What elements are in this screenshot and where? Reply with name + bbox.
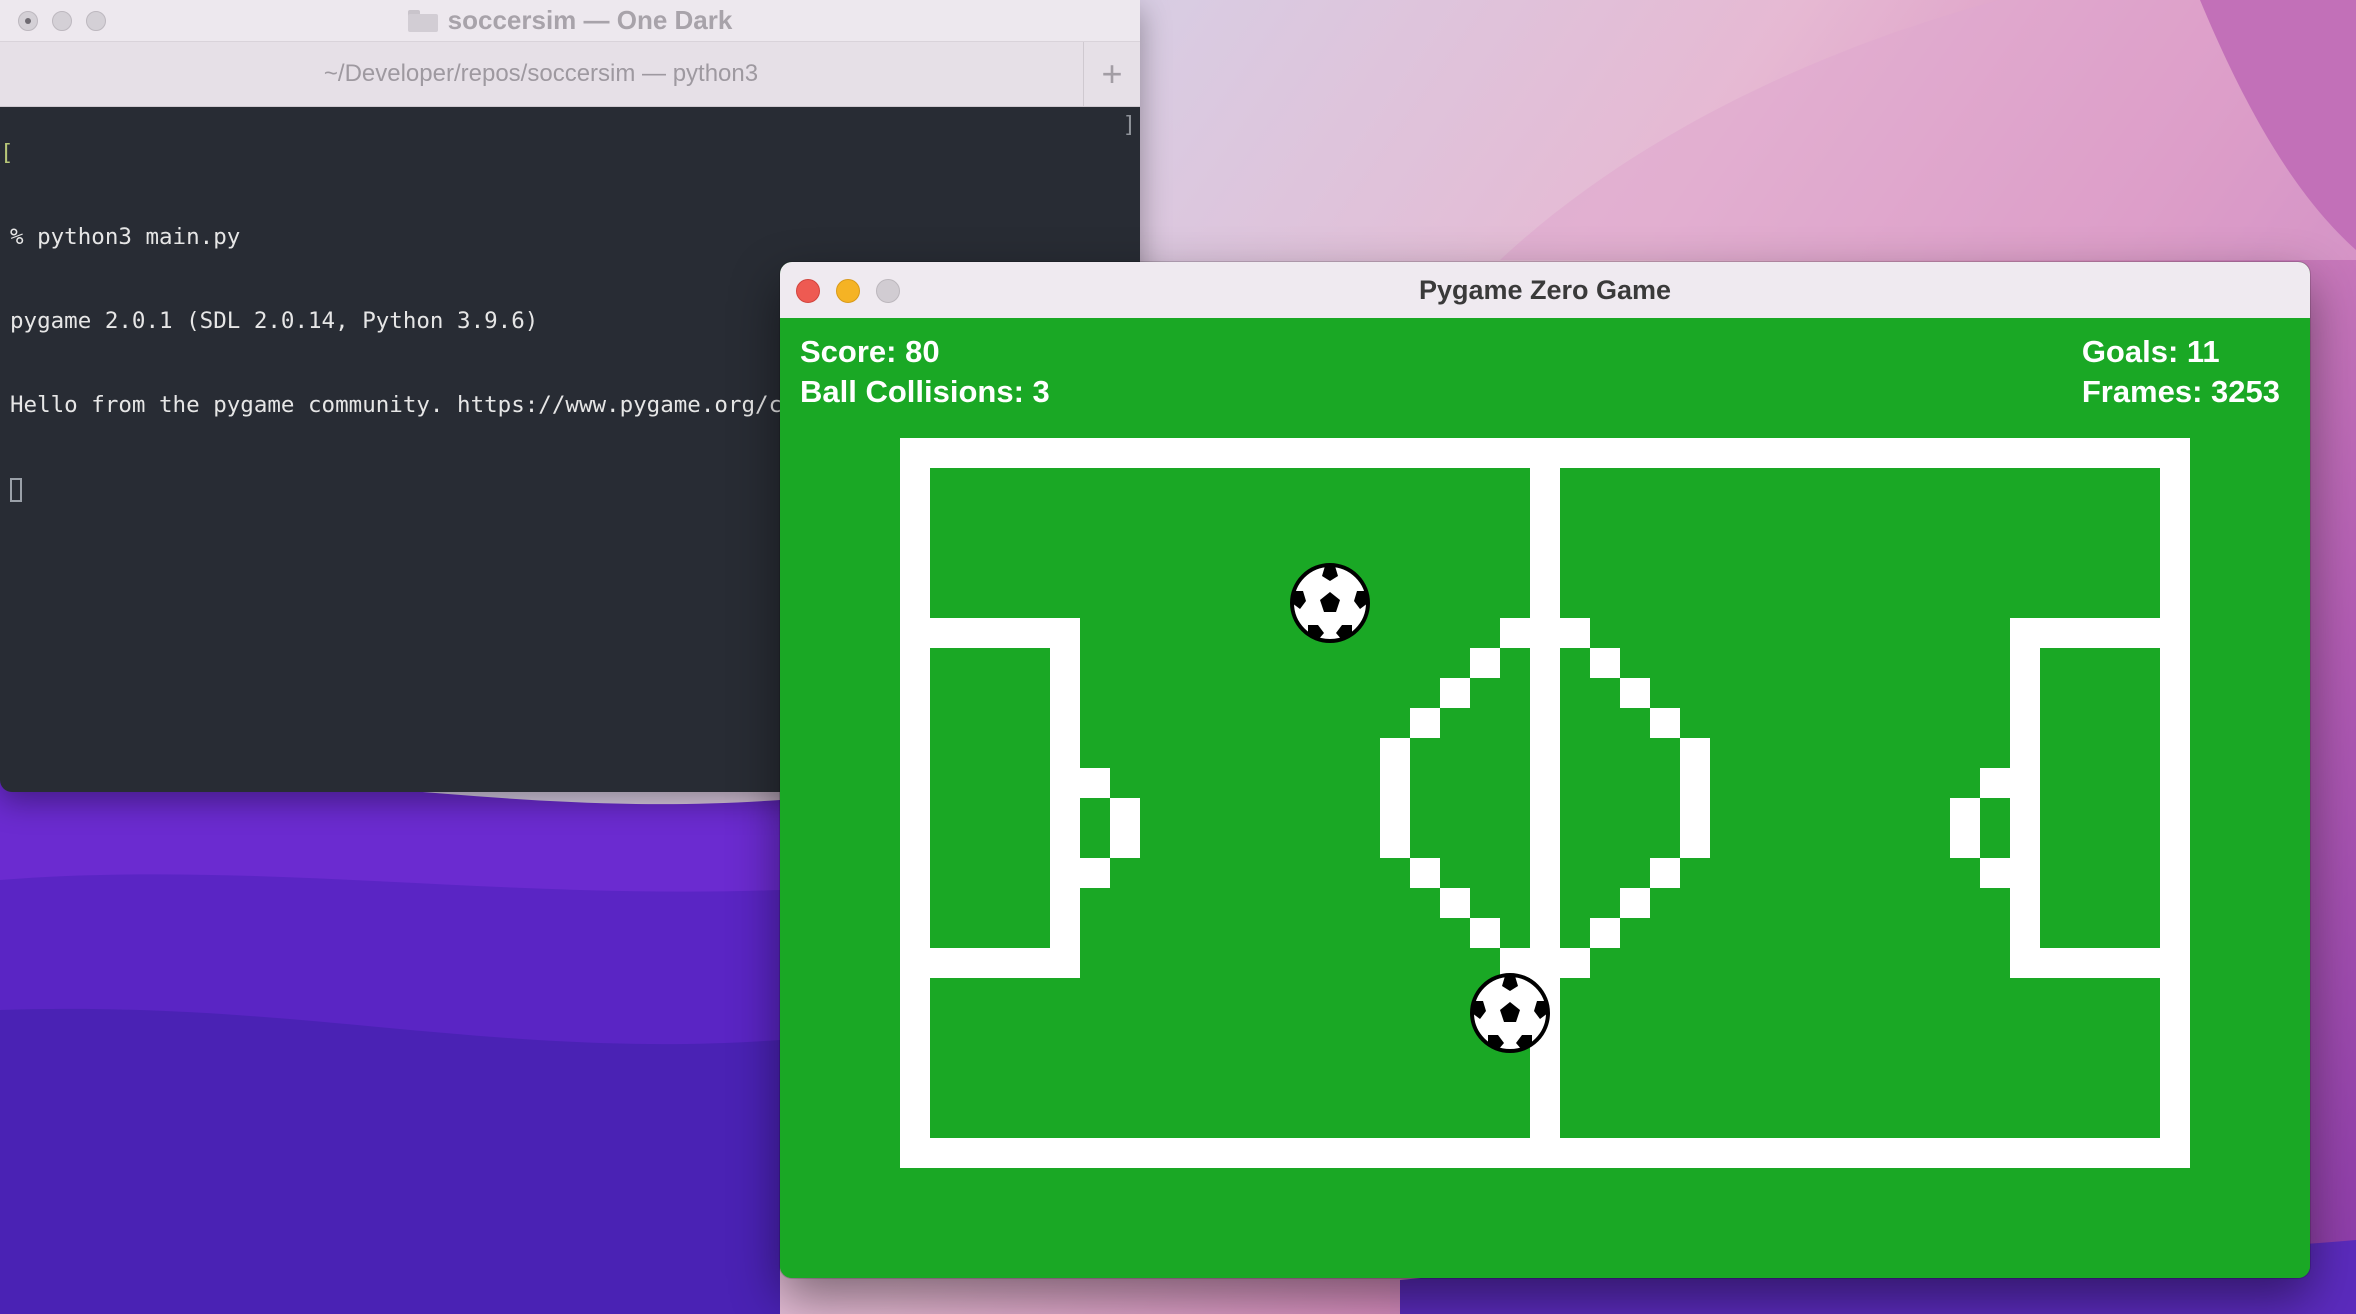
hud-left: Score: 80 Ball Collisions: 3 — [800, 332, 1050, 412]
collisions-text: Ball Collisions: 3 — [800, 374, 1050, 409]
goals-text: Goals: 11 — [2081, 334, 2220, 369]
plus-icon: + — [1101, 53, 1123, 94]
game-title: Pygame Zero Game — [1418, 274, 1672, 305]
terminal-tab-bar: ~/Developer/repos/soccersim — python3 + — [0, 42, 1140, 107]
right-arc-block — [1980, 768, 2010, 798]
terminal-line: % python3 main.py — [10, 224, 241, 250]
halfway-line — [1530, 438, 1560, 1168]
frames-text: Frames: 3253 — [2081, 374, 2280, 409]
left-box-side — [1050, 618, 1080, 978]
terminal-titlebar[interactable]: soccersim — One Dark — [0, 0, 1140, 42]
left-goal-line — [900, 438, 930, 1168]
right-arc-block — [1980, 858, 2010, 888]
score-text: Score: 80 — [800, 334, 940, 369]
terminal-title-text: soccersim — One Dark — [447, 5, 733, 35]
text-cursor — [10, 477, 22, 502]
right-box-side — [2010, 618, 2040, 978]
left-arc-block — [1080, 768, 1110, 798]
prompt-bracket: [ — [0, 140, 14, 166]
new-tab-button[interactable]: + — [1083, 42, 1140, 106]
soccer-ball-icon — [1290, 563, 1370, 643]
right-goal-line — [2160, 438, 2190, 1168]
folder-icon — [407, 9, 438, 32]
game-titlebar[interactable]: Pygame Zero Game — [780, 262, 2310, 319]
game-canvas[interactable] — [780, 318, 2310, 1278]
soccer-ball-icon — [1470, 973, 1550, 1053]
left-arc-block — [1110, 798, 1140, 858]
hud-right: Goals: 11 Frames: 3253 — [2082, 332, 2280, 412]
left-arc-block — [1080, 858, 1110, 888]
scroll-marker: ] — [1122, 112, 1136, 138]
terminal-tab[interactable]: ~/Developer/repos/soccersim — python3 — [0, 42, 1082, 106]
right-arc-block — [1950, 798, 1980, 858]
game-window[interactable]: Pygame Zero Game Score: 80 Ball Collisio… — [780, 262, 2310, 1278]
terminal-title: soccersim — One Dark — [0, 0, 1140, 41]
terminal-tab-label: ~/Developer/repos/soccersim — python3 — [323, 60, 759, 87]
